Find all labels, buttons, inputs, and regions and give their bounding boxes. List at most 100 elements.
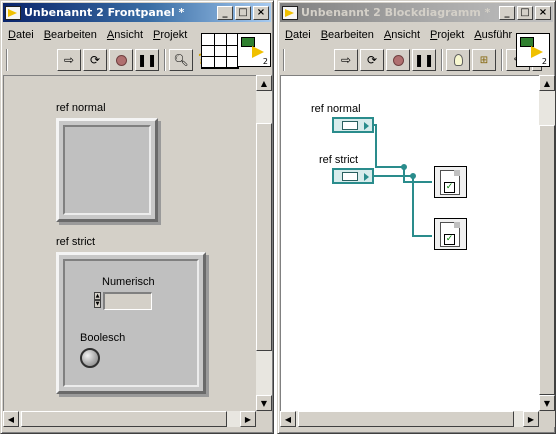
terminal-output-arrow-icon [364, 173, 369, 181]
block-diagram-canvas[interactable]: ref normal ref strict ✓ ✓ [280, 75, 539, 411]
block-vertical-thumb[interactable] [539, 125, 555, 395]
search-magnifier-icon: 🔍︎ [173, 53, 189, 67]
wire-junction-dot [401, 164, 407, 170]
block-vertical-scrollbar[interactable]: ▲ ▼ [539, 75, 555, 411]
menu-bearbeiten[interactable]: Bearbeiten [316, 29, 379, 41]
scroll-down-arrow-icon[interactable]: ▼ [256, 395, 272, 411]
ref-normal-terminal-label: ref normal [311, 103, 361, 115]
numeric-increment-decrement[interactable]: ▲ ▼ [94, 292, 101, 310]
minimize-button[interactable]: _ [499, 5, 515, 20]
scroll-left-arrow-icon[interactable]: ◀ [3, 411, 19, 427]
highlight-execution-button[interactable] [446, 49, 470, 71]
menu-bearbeiten[interactable]: Bearbeiten [39, 29, 102, 41]
abort-button[interactable] [386, 49, 410, 71]
pause-button[interactable]: ❚❚ [135, 49, 159, 71]
front-vertical-scrollbar[interactable]: ▲ ▼ [256, 75, 272, 411]
ref-normal-display [63, 125, 151, 215]
toolbar-separator [441, 49, 443, 71]
run-arrow-icon: ⇨ [63, 53, 75, 67]
increment-arrow-icon[interactable]: ▲ [94, 292, 101, 300]
vi-connector-number: 2 [541, 57, 547, 66]
run-continuously-button[interactable]: ⟳ [360, 49, 384, 71]
search-button[interactable]: 🔍︎ [169, 49, 193, 71]
ref-strict-terminal-label: ref strict [319, 154, 359, 166]
decrement-arrow-icon[interactable]: ▼ [94, 300, 101, 308]
wire-junction-dot [410, 173, 416, 179]
property-node-2[interactable]: ✓ [434, 218, 467, 250]
block-menubar: Datei Bearbeiten Ansicht Projekt Ausführ [280, 25, 516, 45]
run-button[interactable]: ⇨ [334, 49, 358, 71]
front-panel-canvas[interactable]: ref normal ref strict Numerisch ▲ ▼ Bool… [3, 75, 256, 411]
property-node-1[interactable]: ✓ [434, 166, 467, 198]
close-button[interactable]: × [535, 5, 551, 20]
block-horizontal-thumb[interactable] [298, 411, 514, 427]
vi-connector-number: 2 [262, 57, 268, 66]
scroll-up-arrow-icon[interactable]: ▲ [539, 75, 555, 91]
scroll-left-arrow-icon[interactable]: ◀ [280, 411, 296, 427]
vi-icon-front[interactable]: 2 [237, 33, 271, 67]
block-horizontal-scrollbar[interactable]: ◀ ▶ [280, 411, 539, 427]
abort-stop-icon [115, 54, 127, 66]
menu-projekt[interactable]: Projekt [425, 29, 469, 41]
scroll-down-arrow-icon[interactable]: ▼ [539, 395, 555, 411]
run-continuously-icon: ⟳ [366, 53, 378, 67]
vi-icon-block[interactable]: 2 [516, 33, 550, 67]
ref-normal-terminal[interactable] [332, 117, 374, 133]
front-panel-window: Unbenannt 2 Frontpanel * _ □ × Datei Bea… [0, 0, 274, 434]
wire-ref-strict [374, 175, 432, 237]
block-diagram-window: Unbenannt 2 Blockdiagramm * _ □ × Datei … [277, 0, 556, 434]
connector-pane[interactable] [201, 33, 239, 69]
highlight-execution-bulb-icon [453, 54, 463, 66]
labview-app-icon[interactable] [282, 5, 298, 20]
size-grip[interactable] [539, 411, 555, 427]
close-button[interactable]: × [253, 5, 269, 20]
abort-stop-icon [392, 54, 404, 66]
front-vertical-thumb[interactable] [256, 123, 272, 351]
numeric-label: Numerisch [102, 276, 155, 288]
scroll-up-arrow-icon[interactable]: ▲ [256, 75, 272, 91]
block-diagram-title: Unbenannt 2 Blockdiagramm * [301, 6, 491, 19]
retain-wire-values-button[interactable]: ⊞ [472, 49, 496, 71]
retain-wire-values-icon: ⊞ [479, 54, 489, 66]
menu-projekt[interactable]: Projekt [148, 29, 192, 41]
boolean-label: Boolesch [80, 332, 126, 344]
menu-ausfuehren[interactable]: Ausführ [469, 29, 516, 41]
front-horizontal-scrollbar[interactable]: ◀ ▶ [3, 411, 256, 427]
menu-datei[interactable]: Datei [3, 29, 39, 41]
scroll-right-arrow-icon[interactable]: ▶ [240, 411, 256, 427]
ref-strict-control[interactable] [56, 252, 206, 394]
front-menubar: Datei Bearbeiten Ansicht Projekt [3, 25, 192, 45]
ref-strict-terminal[interactable] [332, 168, 374, 184]
menu-datei[interactable]: Datei [280, 29, 316, 41]
pause-icon: ❚❚ [136, 53, 158, 67]
numeric-field[interactable] [103, 292, 152, 310]
block-diagram-titlebar[interactable]: Unbenannt 2 Blockdiagramm * _ □ × [280, 3, 553, 22]
menu-ansicht[interactable]: Ansicht [102, 29, 148, 41]
minimize-button[interactable]: _ [217, 5, 233, 20]
ref-strict-label: ref strict [56, 236, 96, 248]
labview-app-icon[interactable] [5, 5, 21, 20]
abort-button[interactable] [109, 49, 133, 71]
toolbar-separator [6, 49, 8, 71]
pause-button[interactable]: ❚❚ [412, 49, 436, 71]
front-horizontal-thumb[interactable] [21, 411, 227, 427]
ref-normal-control[interactable] [56, 118, 158, 222]
maximize-button[interactable]: □ [517, 5, 533, 20]
checkbox-icon: ✓ [444, 234, 455, 245]
front-toolbar: ⇨ ⟳ ❚❚ 🔍︎ ? [3, 47, 211, 73]
run-continuously-icon: ⟳ [89, 53, 101, 67]
scroll-right-arrow-icon[interactable]: ▶ [523, 411, 539, 427]
run-button[interactable]: ⇨ [57, 49, 81, 71]
checkbox-icon: ✓ [444, 182, 455, 193]
toolbar-separator [501, 49, 503, 71]
maximize-button[interactable]: □ [235, 5, 251, 20]
wires-layer [374, 124, 432, 237]
menu-ansicht[interactable]: Ansicht [379, 29, 425, 41]
run-continuously-button[interactable]: ⟳ [83, 49, 107, 71]
front-panel-title: Unbenannt 2 Frontpanel * [24, 6, 185, 19]
block-toolbar: ⇨ ⟳ ❚❚ ⊞ ↪ ▭ [280, 47, 544, 73]
pause-icon: ❚❚ [413, 53, 435, 67]
boolean-led[interactable] [80, 348, 100, 368]
front-panel-titlebar[interactable]: Unbenannt 2 Frontpanel * _ □ × [3, 3, 271, 22]
size-grip[interactable] [256, 411, 272, 427]
